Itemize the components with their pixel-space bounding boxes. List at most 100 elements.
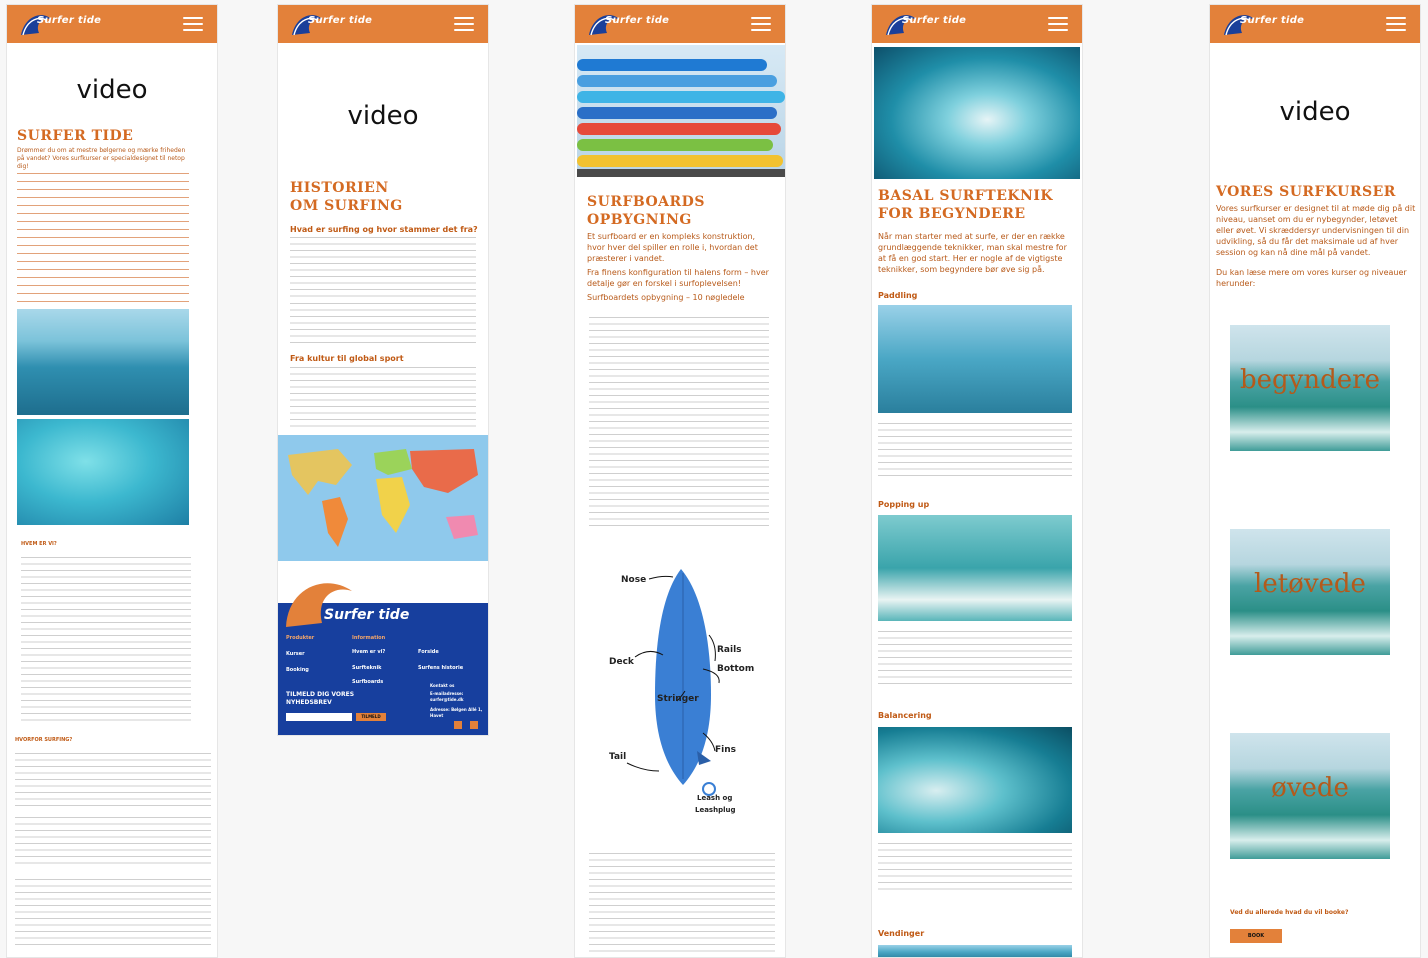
menu-icon[interactable] [183,17,203,31]
popping-up-text [878,631,1072,689]
label-leashplug: Leashplug [695,806,736,814]
section-balancing: Balancering [878,711,932,720]
surfboards-rack-photo [577,45,785,177]
book-button[interactable]: BOOK [1230,929,1282,943]
label-tail: Tail [609,752,627,762]
newsletter-email-input[interactable] [286,713,352,721]
intro-text-2: Du kan læse mere om vores kurser og nive… [1216,268,1407,288]
label-rails: Rails [717,645,742,655]
menu-icon[interactable] [751,17,771,31]
heading-why: HVORFOR SURFING? [15,737,73,743]
booking-question: Ved du allerede hvad du vil booke? [1230,909,1349,916]
who-paragraph [21,557,191,725]
video-placeholder[interactable]: video [7,75,217,105]
parts-list [589,317,769,529]
site-header: Surfer tide [7,5,217,43]
culture-paragraph [290,367,476,427]
label-leash: Leash og [697,794,733,802]
screen-history: Surfer tide video HISTORIEN OM SURFING H… [277,4,489,736]
newsletter-heading: TILMELD DIG VORES NYHEDSBREV [286,691,355,706]
origin-paragraph-2 [290,303,476,347]
video-placeholder[interactable]: video [278,101,488,131]
menu-icon[interactable] [1386,17,1406,31]
turns-photo [878,945,1072,957]
intro-text-2: Fra finens konfiguration til halens form… [587,268,769,288]
course-card-beginners[interactable]: begyndere [1230,325,1390,451]
email-value[interactable]: surfer@tide.dk [430,697,464,702]
footer-logo-icon: Surfer tide [286,583,409,627]
intro-text: Vores surfkurser er designet til at møde… [1216,204,1416,257]
screen-home: Surfer tide video SURFER TIDE Drømmer du… [6,4,218,958]
label-nose: Nose [621,575,647,585]
footer-link-courses[interactable]: Kurser [286,651,305,657]
parts-list-continued [589,853,775,957]
screen-technique: Surfer tide BASAL SURFTEKNIK FOR BEGYNDE… [871,4,1083,958]
heading-who: HVEM ER VI? [21,541,57,547]
subheading-origin: Hvad er surfing og hvor stammer det fra? [290,225,478,234]
footer-products-heading: Produkter [286,635,315,641]
site-footer: Surfer tide Produkter Kurser Booking Inf… [278,583,488,735]
section-popping-up: Popping up [878,500,930,509]
world-map-image [278,435,488,561]
label-deck: Deck [609,657,634,667]
site-header: Surfer tide [278,5,488,43]
menu-icon[interactable] [454,17,474,31]
logo-text: Surfer tide [902,15,967,26]
label-fins: Fins [715,745,736,755]
label-bottom: Bottom [717,664,755,674]
subheading-culture: Fra kultur til global sport [290,354,404,363]
svg-text:Surfer tide: Surfer tide [324,607,409,623]
surfer-photo-1 [17,309,189,415]
paddling-photo [878,305,1072,413]
intro-paragraph [17,173,189,303]
site-header: Surfer tide [872,5,1082,43]
page-title: SURFBOARDS OPBYGNING [587,194,705,228]
page-title: SURFER TIDE [17,128,134,144]
balancing-photo [878,727,1072,833]
footer-link-surfboards[interactable]: Surfboards [352,679,383,685]
footer-link-home[interactable]: Forside [418,649,439,655]
address-label: Adresse: Bølgen Allé 1, [430,707,483,712]
intro-text: Et surfboard er en kompleks konstruktion… [587,232,758,263]
logo-text: Surfer tide [308,15,373,26]
site-header: Surfer tide [575,5,785,43]
intro-text: Drømmer du om at mestre bølgerne og mærk… [17,147,186,170]
paddling-text [878,423,1072,479]
menu-icon[interactable] [1048,17,1068,31]
instagram-icon[interactable] [470,721,478,729]
footer-link-about[interactable]: Hvem er vi? [352,649,385,655]
surfers-aerial-photo [17,419,189,525]
page-title: BASAL SURFTEKNIK FOR BEGYNDERE [878,188,1054,222]
intro-text: Når man starter med at surfe, er der en … [878,232,1067,274]
section-turns: Vendinger [878,929,925,938]
level-intermediate-label[interactable]: letøvede [1230,569,1390,599]
video-placeholder[interactable]: video [1210,97,1420,127]
section-paddling: Paddling [878,291,918,300]
logo-text: Surfer tide [605,15,670,26]
barrel-wave-photo [874,47,1080,179]
screen-courses: Surfer tide video VORES SURFKURSER Vores… [1209,4,1421,958]
facebook-icon[interactable] [454,721,462,729]
popping-up-photo [878,515,1072,621]
footer-link-history[interactable]: Surfens historie [418,665,463,671]
course-card-advanced[interactable]: øvede [1230,733,1390,859]
why-paragraph-3 [15,879,211,945]
footer-link-booking[interactable]: Booking [286,667,309,673]
contact-heading: Kontakt os [430,683,455,688]
screen-surfboards: Surfer tide SURFBOARDS OPBYGNING Et surf… [574,4,786,958]
why-paragraph-1 [15,753,211,809]
footer-info-heading: Information [352,635,386,641]
footer-link-technique[interactable]: Surfteknik [352,665,382,671]
level-advanced-label[interactable]: øvede [1230,773,1390,803]
logo-text: Surfer tide [37,15,102,26]
course-card-intermediate[interactable]: letøvede [1230,529,1390,655]
site-header: Surfer tide [1210,5,1420,43]
why-paragraph-2 [15,817,211,869]
page-title: HISTORIEN OM SURFING [290,180,403,214]
surfboard-diagram [626,569,720,796]
intro-text-3: Surfboardets opbygning – 10 nøgledele [587,293,745,302]
newsletter-submit-button[interactable]: TILMELD [356,713,386,721]
origin-paragraph [290,237,476,297]
level-beginners-label[interactable]: begyndere [1230,365,1390,395]
address-value: Havet [430,713,444,718]
